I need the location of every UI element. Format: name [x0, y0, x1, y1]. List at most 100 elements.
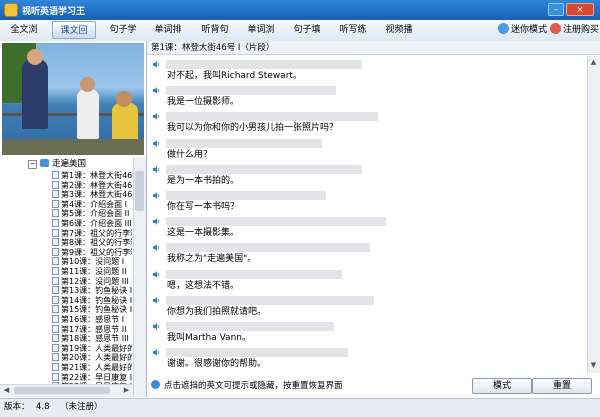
lesson-item[interactable]: 第17课：感恩节 II: [52, 324, 132, 335]
speaker-icon[interactable]: [152, 217, 161, 226]
mode-button[interactable]: 模式: [472, 378, 532, 394]
tree-scrollbar[interactable]: [133, 157, 146, 397]
lesson-item[interactable]: 第7课：祖父的行李箱: [52, 228, 132, 239]
lesson-item[interactable]: 第13课：钓鱼秘诀 I: [52, 286, 132, 296]
speaker-icon[interactable]: [152, 191, 161, 200]
lesson-header: 第1课：林登大街46号 I（片段）: [147, 41, 600, 55]
status-bar: 版本： 4.8 （未注册）: [0, 398, 600, 417]
lesson-item[interactable]: 第11课：没问题 II: [52, 267, 132, 277]
tab-word-sort[interactable]: 单词排序: [147, 21, 189, 53]
document-icon: [52, 190, 59, 199]
register-link[interactable]: 注册购买: [550, 23, 599, 37]
speaker-icon[interactable]: [152, 243, 161, 252]
masked-english[interactable]: [166, 138, 322, 148]
masked-english[interactable]: [166, 164, 362, 174]
speaker-icon[interactable]: [152, 296, 161, 305]
scroll-up-icon[interactable]: ▲: [588, 57, 599, 68]
tab-dictation[interactable]: 听写练习: [332, 21, 374, 53]
document-icon: [52, 315, 59, 323]
speaker-icon[interactable]: [152, 322, 161, 331]
hint-text: 点击遮挡的英文可提示或隐藏，按重置恢复界面: [147, 379, 451, 393]
lesson-item[interactable]: 第20课：人类最好的朋: [52, 353, 132, 363]
document-icon: [52, 334, 59, 343]
lesson-item[interactable]: 第9课：祖父的行李箱: [52, 247, 132, 258]
document-icon: [52, 343, 59, 352]
document-icon: [52, 247, 59, 256]
minimize-button[interactable]: –: [548, 3, 564, 16]
tab-full-text[interactable]: 全文浏览: [4, 21, 44, 53]
lesson-item[interactable]: 第3课：林登大街46号: [52, 190, 132, 200]
document-icon: [52, 363, 59, 371]
scroll-right-icon[interactable]: ▶: [121, 385, 132, 396]
masked-english[interactable]: [166, 191, 326, 200]
speaker-icon[interactable]: [152, 139, 161, 148]
document-icon: [52, 199, 59, 208]
lesson-item[interactable]: 第18课：感恩节 III: [52, 334, 132, 344]
collapse-icon[interactable]: −: [28, 160, 37, 169]
tab-recall[interactable]: 课文回想: [52, 21, 96, 54]
lesson-item[interactable]: 第12课：没问题 III: [52, 276, 132, 287]
speaker-icon[interactable]: [152, 348, 161, 357]
scroll-left-icon[interactable]: ◀: [1, 385, 12, 396]
title-bar: 视听英语学习王 – ×: [0, 0, 600, 20]
lesson-tree: −走遍美国 第1课：林登大街46号第2课：林登大街46号第3课：林登大街46号第…: [0, 157, 146, 397]
speaker-icon[interactable]: [152, 112, 161, 121]
tree-root[interactable]: − 走遍美国: [28, 158, 86, 170]
document-icon: [52, 305, 59, 314]
lesson-item[interactable]: 第4课：介绍会面 I: [52, 199, 132, 210]
scroll-down-icon[interactable]: ▼: [588, 360, 599, 371]
masked-english[interactable]: [166, 348, 348, 358]
document-icon: [52, 257, 59, 266]
speaker-icon[interactable]: [152, 86, 161, 95]
mini-mode-link[interactable]: 迷你模式: [498, 23, 547, 37]
speaker-icon[interactable]: [152, 60, 161, 69]
masked-english[interactable]: [166, 217, 386, 227]
version-label: 版本：: [4, 402, 30, 412]
masked-english[interactable]: [166, 60, 362, 69]
lesson-item[interactable]: 第19课：人类最好的朋: [52, 343, 132, 354]
scroll-thumb[interactable]: [135, 171, 144, 211]
lesson-item[interactable]: 第10课：没问题 I: [52, 257, 132, 267]
close-button[interactable]: ×: [566, 3, 594, 16]
document-icon: [52, 353, 59, 362]
tree-hscrollbar[interactable]: ◀ ▶: [0, 384, 133, 397]
document-icon: [52, 238, 59, 247]
tab-sentence-study[interactable]: 句子学习: [103, 21, 143, 53]
app-title: 视听英语学习王: [22, 7, 86, 17]
document-icon: [52, 180, 59, 189]
lesson-item[interactable]: 第6课：介绍会面 III: [52, 219, 132, 229]
tab-video-play[interactable]: 视频播放: [378, 21, 420, 53]
masked-english[interactable]: [166, 269, 342, 279]
lesson-item[interactable]: 第8课：祖父的行李箱: [52, 238, 132, 248]
mini-mode-icon: [498, 23, 509, 34]
masked-english[interactable]: [166, 112, 378, 122]
document-icon: [52, 295, 59, 304]
document-icon: [52, 372, 59, 381]
lesson-item[interactable]: 第22课：早日康复 I: [52, 372, 132, 383]
document-icon: [52, 209, 59, 218]
content-scrollbar[interactable]: ▲ ▼: [587, 56, 600, 373]
speaker-icon[interactable]: [152, 165, 161, 174]
lesson-item[interactable]: 第2课：林登大街46号: [52, 180, 132, 191]
document-icon: [52, 267, 59, 275]
tab-fill-blank[interactable]: 句子填空: [286, 21, 328, 53]
reset-button[interactable]: 重置: [532, 378, 592, 394]
document-icon: [52, 228, 59, 237]
masked-english[interactable]: [166, 322, 334, 331]
speaker-icon[interactable]: [152, 270, 161, 279]
video-preview[interactable]: [2, 43, 144, 155]
lesson-item[interactable]: 第1课：林登大街46号: [52, 171, 132, 181]
lesson-item[interactable]: 第5课：介绍会面 II: [52, 209, 132, 219]
masked-english[interactable]: [166, 243, 370, 253]
masked-english[interactable]: [166, 295, 374, 305]
lesson-item[interactable]: 第14课：钓鱼秘诀 II: [52, 295, 132, 306]
lesson-item[interactable]: 第15课：钓鱼秘诀 III: [52, 305, 132, 315]
lesson-item[interactable]: 第16课：感恩节 I: [52, 315, 132, 325]
tab-listen-recite[interactable]: 听背句子: [194, 21, 236, 53]
document-icon: [52, 276, 59, 285]
register-icon: [550, 23, 561, 34]
tab-word-browse[interactable]: 单词浏览: [240, 21, 282, 53]
lesson-item[interactable]: 第21课：人类最好的朋: [52, 363, 132, 373]
hscroll-thumb[interactable]: [14, 387, 110, 394]
masked-english[interactable]: [166, 86, 336, 96]
